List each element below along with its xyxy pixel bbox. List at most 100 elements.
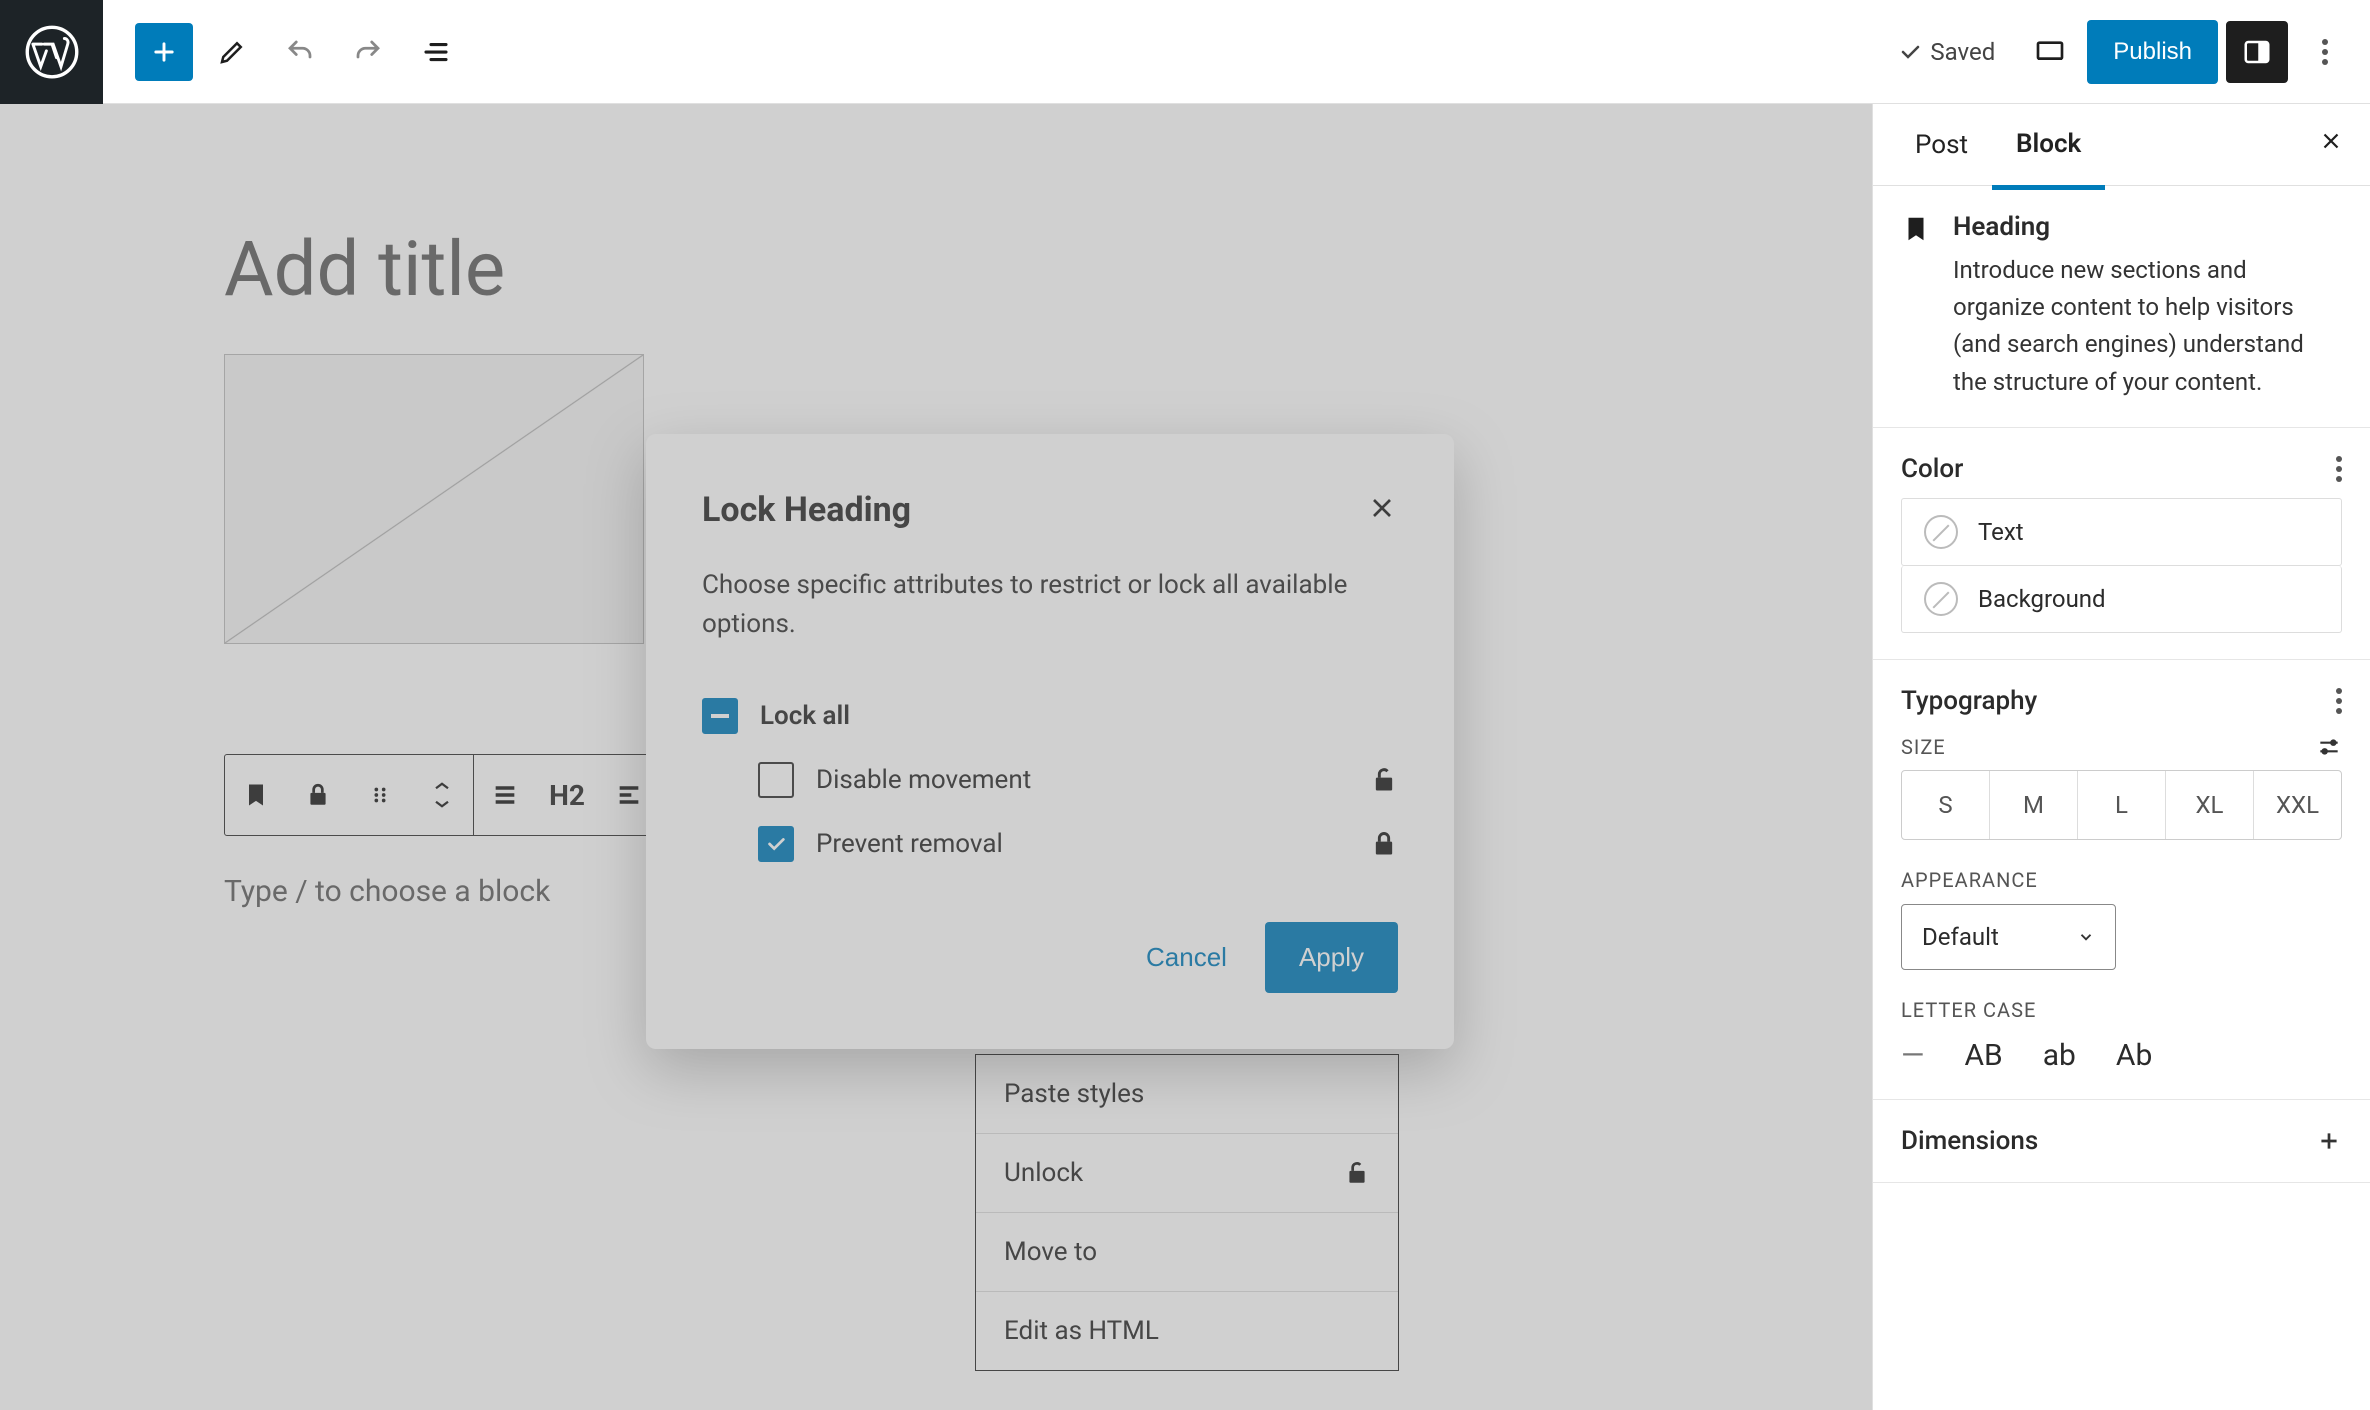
menu-unlock[interactable]: Unlock	[976, 1133, 1398, 1212]
editor-canvas[interactable]: Add title H2	[0, 104, 1872, 1410]
appearance-label: APPEARANCE	[1901, 868, 2038, 892]
options-button[interactable]	[2296, 23, 2354, 81]
prevent-removal-label: Prevent removal	[816, 829, 1003, 859]
size-l[interactable]: L	[2077, 771, 2165, 839]
chevron-down-icon	[433, 798, 451, 810]
lock-icon	[1370, 830, 1398, 858]
plus-icon[interactable]	[2316, 1128, 2342, 1154]
redo-icon	[353, 37, 383, 67]
case-lower[interactable]: ab	[2043, 1038, 2076, 1073]
lock-all-row[interactable]: Lock all	[702, 684, 1398, 748]
block-inserter-button[interactable]	[135, 23, 193, 81]
block-type-button[interactable]	[225, 755, 287, 835]
text-color-button[interactable]: Text	[1901, 498, 2342, 566]
typography-section-title: Typography	[1901, 686, 2037, 716]
settings-panel-toggle[interactable]	[2226, 21, 2288, 83]
undo-button[interactable]	[271, 23, 329, 81]
block-title: Heading	[1953, 212, 2342, 242]
lock-indicator[interactable]	[287, 755, 349, 835]
wordpress-icon	[25, 25, 79, 79]
size-segmented: S M L XL XXL	[1901, 770, 2342, 840]
prevent-removal-checkbox[interactable]	[758, 826, 794, 862]
size-s[interactable]: S	[1902, 771, 1989, 839]
pencil-icon	[217, 37, 247, 67]
color-menu-button[interactable]	[2336, 466, 2342, 472]
modal-description: Choose specific attributes to restrict o…	[702, 566, 1398, 644]
redo-button[interactable]	[339, 23, 397, 81]
size-xxl[interactable]: XXL	[2253, 771, 2341, 839]
size-xl[interactable]: XL	[2165, 771, 2253, 839]
chevron-up-icon	[433, 780, 451, 792]
drag-handle[interactable]	[349, 755, 411, 835]
menu-move-to[interactable]: Move to	[976, 1212, 1398, 1291]
prevent-removal-row[interactable]: Prevent removal	[758, 812, 1398, 876]
color-section-title: Color	[1901, 454, 1963, 484]
close-icon	[2318, 128, 2344, 154]
background-color-button[interactable]: Background	[1901, 566, 2342, 633]
document-overview-button[interactable]	[407, 23, 465, 81]
menu-edit-html[interactable]: Edit as HTML	[976, 1291, 1398, 1370]
list-view-icon	[421, 37, 451, 67]
lock-modal: Lock Heading Choose specific attributes …	[646, 434, 1454, 1049]
post-title-input[interactable]: Add title	[224, 224, 1200, 314]
kebab-icon	[2322, 49, 2328, 55]
wp-logo[interactable]	[0, 0, 103, 104]
align-left-icon	[615, 781, 643, 809]
lock-all-checkbox[interactable]	[702, 698, 738, 734]
typography-section: Typography SIZE S M L XL XXL APPEARANCE …	[1873, 660, 2370, 1100]
undo-icon	[285, 37, 315, 67]
chevron-down-icon	[2077, 928, 2095, 946]
appearance-select[interactable]: Default	[1901, 904, 2116, 970]
block-description-section: Heading Introduce new sections and organ…	[1873, 186, 2370, 428]
close-icon	[1366, 492, 1398, 524]
sidebar-close-button[interactable]	[2310, 120, 2352, 169]
align-button[interactable]	[474, 755, 536, 835]
unlock-icon	[1370, 766, 1398, 794]
drag-icon	[369, 784, 391, 806]
publish-button[interactable]: Publish	[2087, 20, 2218, 84]
lock-icon	[305, 782, 331, 808]
bookmark-icon	[242, 781, 270, 809]
settings-sidebar: Post Block Heading Introduce new section…	[1872, 104, 2370, 1410]
editor-main: Add title H2	[0, 104, 2370, 1410]
sidebar-icon	[2242, 37, 2272, 67]
preview-button[interactable]	[2021, 23, 2079, 81]
typography-menu-button[interactable]	[2336, 698, 2342, 704]
size-m[interactable]: M	[1989, 771, 2077, 839]
header-toolbar-left	[103, 23, 465, 81]
move-buttons[interactable]	[411, 755, 473, 835]
menu-paste-styles[interactable]: Paste styles	[976, 1055, 1398, 1133]
block-toolbar: H2	[224, 754, 661, 836]
modal-title: Lock Heading	[702, 490, 911, 530]
saved-label: Saved	[1930, 38, 1995, 66]
plus-icon	[150, 38, 178, 66]
disable-movement-row[interactable]: Disable movement	[758, 748, 1398, 812]
heading-level-button[interactable]: H2	[536, 755, 598, 835]
tab-post[interactable]: Post	[1891, 104, 1992, 186]
cancel-button[interactable]: Cancel	[1136, 922, 1237, 993]
size-label: SIZE	[1901, 735, 1946, 759]
dimensions-section: Dimensions	[1873, 1100, 2370, 1183]
apply-button[interactable]: Apply	[1265, 922, 1398, 993]
case-none[interactable]: —	[1901, 1038, 1924, 1073]
lock-all-label: Lock all	[760, 701, 850, 731]
check-icon	[765, 833, 787, 855]
block-desc: Introduce new sections and organize cont…	[1953, 252, 2342, 401]
tab-block[interactable]: Block	[1992, 104, 2105, 190]
editor-header: Saved Publish	[0, 0, 2370, 104]
case-upper[interactable]: AB	[1964, 1038, 2002, 1073]
letter-case-row: — AB ab Ab	[1901, 1038, 2342, 1073]
tools-button[interactable]	[203, 23, 261, 81]
color-section: Color Text Background	[1873, 428, 2370, 660]
unlock-icon	[1344, 1160, 1370, 1186]
desktop-icon	[2034, 36, 2066, 68]
disable-movement-checkbox[interactable]	[758, 762, 794, 798]
case-cap[interactable]: Ab	[2116, 1038, 2152, 1073]
align-icon	[491, 781, 519, 809]
check-icon	[1898, 40, 1922, 64]
none-swatch-icon	[1924, 515, 1958, 549]
sidebar-tabs: Post Block	[1873, 104, 2370, 186]
modal-close-button[interactable]	[1366, 492, 1398, 528]
image-block-placeholder[interactable]	[224, 354, 644, 644]
sliders-icon[interactable]	[2316, 734, 2342, 760]
